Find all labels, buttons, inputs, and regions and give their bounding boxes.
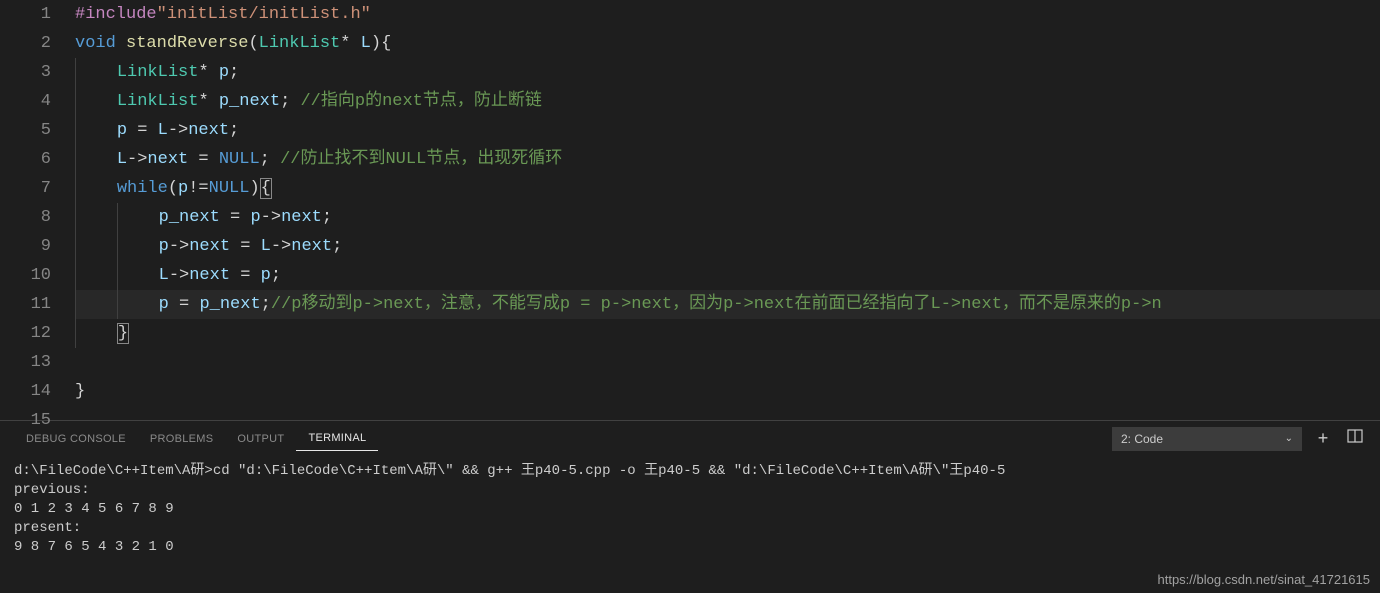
line-number: 2 [0, 29, 51, 58]
code-line[interactable]: p = p_next;//p移动到p->next，注意，不能写成p = p->n… [75, 290, 1380, 319]
line-number: 11 [0, 290, 51, 319]
terminal-selector[interactable]: 2: Code ⌄ [1112, 427, 1302, 451]
line-number: 5 [0, 116, 51, 145]
code-line[interactable]: } [75, 319, 1380, 348]
bottom-panel: DEBUG CONSOLE PROBLEMS OUTPUT TERMINAL 2… [0, 420, 1380, 593]
code-line[interactable]: LinkList* p_next; //指向p的next节点，防止断链 [75, 87, 1380, 116]
code-line[interactable] [75, 406, 1380, 420]
line-number: 3 [0, 58, 51, 87]
line-number: 8 [0, 203, 51, 232]
line-number-gutter: 123456789101112131415 [0, 0, 75, 420]
code-line[interactable]: void standReverse(LinkList* L){ [75, 29, 1380, 58]
code-line[interactable]: L->next = p; [75, 261, 1380, 290]
editor-area: 123456789101112131415 #include"initList/… [0, 0, 1380, 420]
line-number: 7 [0, 174, 51, 203]
line-number: 10 [0, 261, 51, 290]
code-line[interactable]: #include"initList/initList.h" [75, 0, 1380, 29]
code-line[interactable]: p_next = p->next; [75, 203, 1380, 232]
chevron-down-icon: ⌄ [1285, 433, 1293, 444]
line-number: 6 [0, 145, 51, 174]
watermark: https://blog.csdn.net/sinat_41721615 [1158, 572, 1371, 587]
tab-output[interactable]: OUTPUT [225, 427, 296, 451]
line-number: 1 [0, 0, 51, 29]
panel-actions: 2: Code ⌄ + [1112, 427, 1366, 451]
tab-debug-console[interactable]: DEBUG CONSOLE [14, 427, 138, 451]
code-content[interactable]: #include"initList/initList.h"void standR… [75, 0, 1380, 420]
new-terminal-icon[interactable]: + [1312, 428, 1334, 449]
code-line[interactable] [75, 348, 1380, 377]
tab-terminal[interactable]: TERMINAL [296, 426, 378, 451]
code-line[interactable]: p = L->next; [75, 116, 1380, 145]
panel-tabs: DEBUG CONSOLE PROBLEMS OUTPUT TERMINAL 2… [0, 421, 1380, 456]
line-number: 13 [0, 348, 51, 377]
tab-problems[interactable]: PROBLEMS [138, 427, 226, 451]
terminal-selector-label: 2: Code [1121, 432, 1163, 446]
code-line[interactable]: p->next = L->next; [75, 232, 1380, 261]
split-terminal-icon[interactable] [1344, 428, 1366, 449]
line-number: 9 [0, 232, 51, 261]
code-line[interactable]: LinkList* p; [75, 58, 1380, 87]
line-number: 4 [0, 87, 51, 116]
line-number: 12 [0, 319, 51, 348]
line-number: 14 [0, 377, 51, 406]
code-line[interactable]: L->next = NULL; //防止找不到NULL节点，出现死循环 [75, 145, 1380, 174]
code-line[interactable]: } [75, 377, 1380, 406]
code-line[interactable]: while(p!=NULL){ [75, 174, 1380, 203]
